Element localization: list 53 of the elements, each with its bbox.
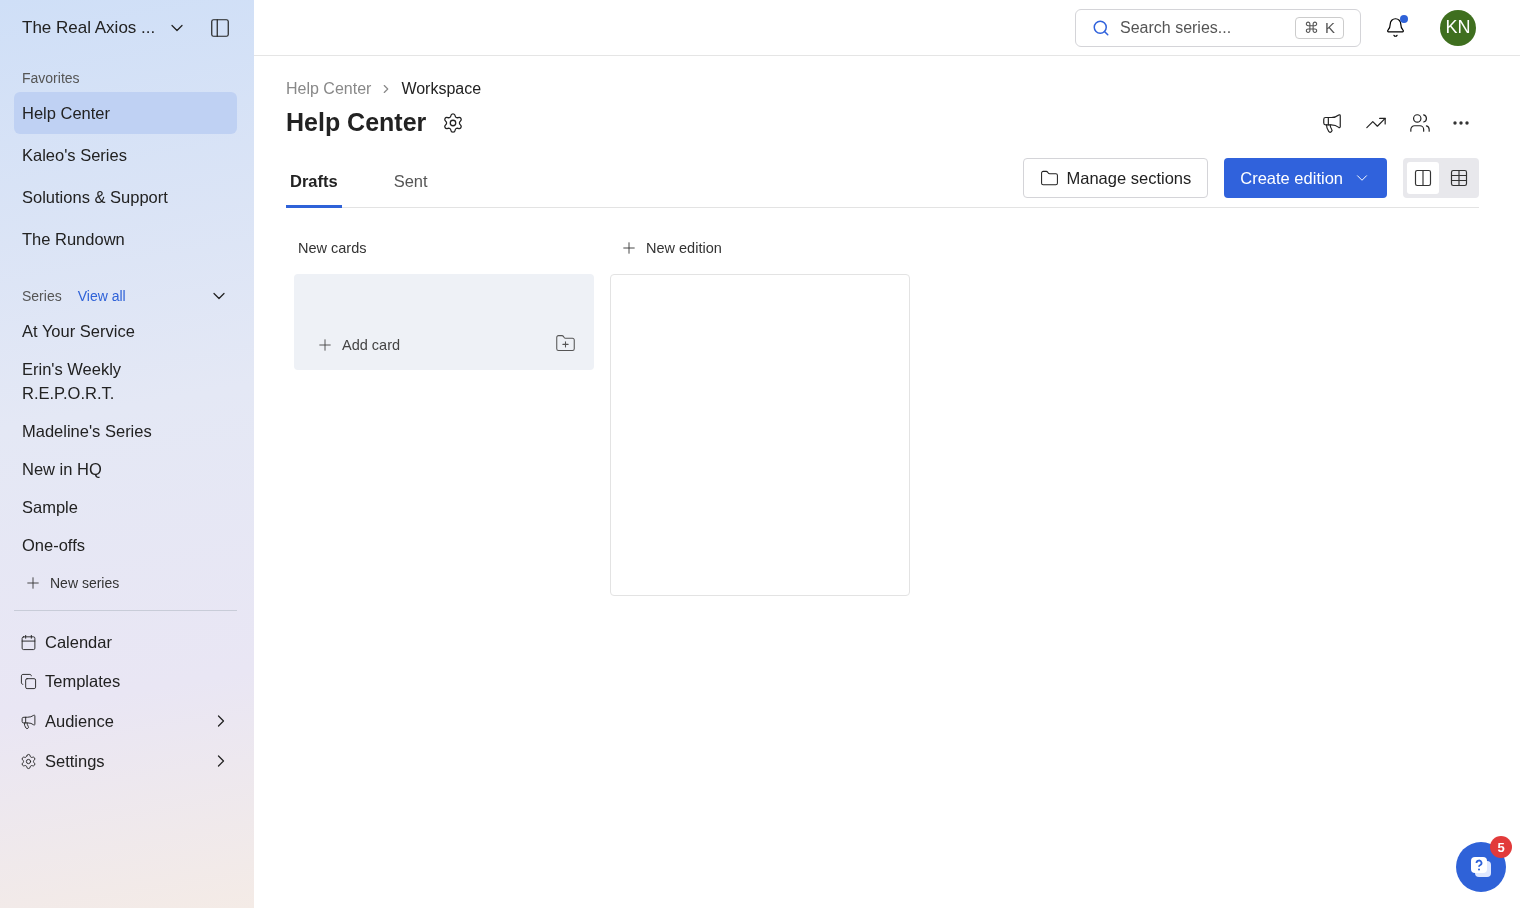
- sidebar-item[interactable]: Kaleo's Series: [14, 134, 237, 176]
- nav-item[interactable]: Audience: [14, 701, 237, 741]
- sidebar-item[interactable]: The Rundown: [14, 218, 237, 260]
- new-series-button[interactable]: New series: [14, 564, 237, 602]
- plus-icon: [620, 239, 638, 257]
- sidebar-item[interactable]: Erin's Weekly R.E.P.O.R.T.: [14, 350, 237, 412]
- search-icon: [1092, 18, 1110, 37]
- workspace-switcher[interactable]: The Real Axios ...: [22, 18, 188, 38]
- tab[interactable]: Drafts: [286, 157, 342, 208]
- megaphone-icon: [20, 712, 37, 730]
- notification-badge: 5: [1490, 836, 1512, 858]
- create-edition-button[interactable]: Create edition: [1224, 158, 1387, 198]
- pages-icon: [20, 673, 37, 690]
- board-view-icon: [1413, 168, 1433, 188]
- section-heading: Favorites: [22, 70, 80, 86]
- more-icon: [1453, 120, 1469, 125]
- megaphone-button[interactable]: [1321, 111, 1343, 134]
- sidebar-item[interactable]: Help Center: [14, 92, 237, 134]
- plus-icon: [24, 574, 42, 592]
- sidebar-item[interactable]: New in HQ: [14, 450, 237, 488]
- folder-icon: [1039, 168, 1059, 188]
- users-button[interactable]: [1409, 111, 1431, 134]
- new-edition-button[interactable]: New edition: [610, 234, 910, 262]
- nav-item[interactable]: Calendar: [14, 623, 237, 662]
- help-button[interactable]: [1456, 842, 1506, 892]
- view-option[interactable]: [1407, 162, 1439, 194]
- calendar-icon: [20, 634, 37, 651]
- folder-plus-icon[interactable]: [555, 333, 576, 354]
- sidebar-toggle-button[interactable]: [209, 17, 231, 39]
- page-title: Help Center: [286, 108, 427, 137]
- nav-item[interactable]: Templates: [14, 662, 237, 701]
- sidebar-item[interactable]: At Your Service: [14, 312, 237, 350]
- table-view-icon: [1449, 168, 1469, 188]
- user-avatar[interactable]: KN: [1440, 9, 1476, 46]
- breadcrumb-item[interactable]: Help Center: [286, 80, 372, 98]
- breadcrumb-item: Workspace: [401, 80, 482, 98]
- settings-button[interactable]: [442, 111, 465, 134]
- plus-icon: [316, 336, 334, 354]
- sidebar-item[interactable]: Madeline's Series: [14, 412, 237, 450]
- section-heading: Series: [22, 288, 62, 304]
- column-heading: New cards: [297, 239, 368, 258]
- chat-question-icon: [1468, 854, 1494, 880]
- tab[interactable]: Sent: [389, 157, 432, 208]
- shortcut-hint: ⌘ K: [1295, 16, 1344, 39]
- sidebar-item[interactable]: Solutions & Support: [14, 176, 237, 218]
- settings-icon: [20, 752, 37, 770]
- nav-item[interactable]: Settings: [14, 741, 237, 781]
- view-all-link[interactable]: View all: [77, 288, 126, 304]
- sidebar-item[interactable]: Sample: [14, 488, 237, 526]
- add-card-button[interactable]: Add card: [316, 336, 401, 354]
- manage-sections-button[interactable]: Manage sections: [1022, 158, 1209, 198]
- sidebar-item[interactable]: One-offs: [14, 526, 237, 564]
- search-field[interactable]: Search series... ⌘ K: [1075, 8, 1361, 47]
